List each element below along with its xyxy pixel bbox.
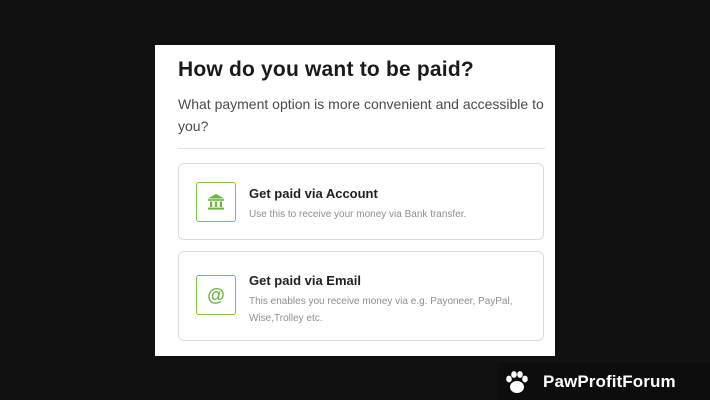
- at-sign-icon: @: [196, 275, 236, 315]
- option-title: Get paid via Account: [249, 186, 378, 201]
- option-description: This enables you receive money via e.g. …: [249, 296, 513, 324]
- brand-name: PawProfitForum: [543, 371, 676, 391]
- option-paid-via-account[interactable]: Get paid via Account Use this to receive…: [178, 163, 544, 240]
- option-description: Use this to receive your money via Bank …: [249, 209, 467, 220]
- dialog-subtitle: What payment option is more convenient a…: [178, 96, 544, 134]
- paw-icon: [506, 370, 528, 393]
- option-paid-via-email[interactable]: @ Get paid via Email This enables you re…: [178, 251, 544, 341]
- dialog-title: How do you want to be paid?: [178, 58, 474, 81]
- bank-icon: [196, 182, 236, 222]
- option-title: Get paid via Email: [249, 273, 361, 288]
- divider: [178, 148, 545, 149]
- watermark: PawProfitForum: [497, 363, 710, 400]
- payment-method-dialog: How do you want to be paid? What payment…: [155, 45, 555, 356]
